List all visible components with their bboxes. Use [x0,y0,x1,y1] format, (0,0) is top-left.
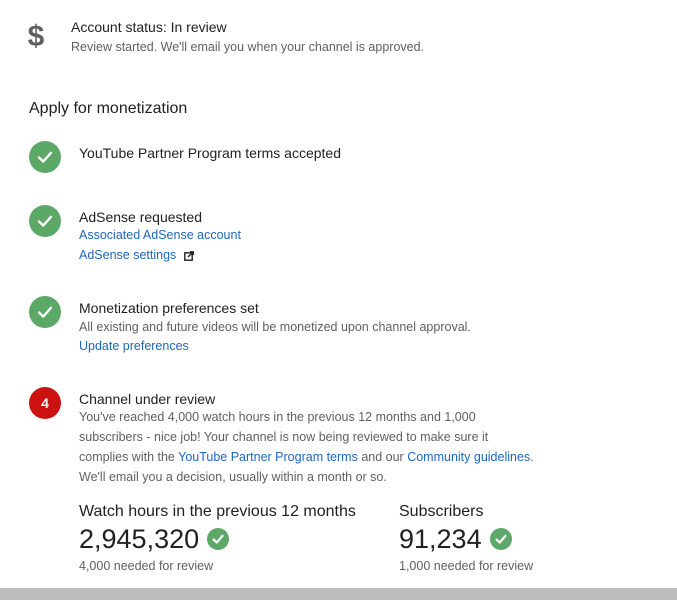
watch-hours-stat: Watch hours in the previous 12 months 2,… [79,503,356,573]
step-description: All existing and future videos will be m… [79,320,471,334]
review-text-middle: and our [357,450,408,464]
review-text-prefix: complies with the [79,450,179,464]
review-description-line1: You've reached 4,000 watch hours in the … [79,410,476,424]
dollar-icon: $ [27,20,45,53]
adsense-settings-label: AdSense settings [79,248,177,262]
adsense-settings-link[interactable]: AdSense settings [79,248,194,262]
step-title: Monetization preferences set [79,300,259,316]
ypp-terms-link[interactable]: YouTube Partner Program terms [178,450,358,464]
checkmark-icon [37,215,53,227]
account-status-subtitle: Review started. We'll email you when you… [71,40,425,54]
review-description-line3: complies with the YouTube Partner Progra… [79,447,534,467]
community-guidelines-link[interactable]: Community guidelines [407,450,530,464]
checkmark-icon [489,528,512,550]
associated-adsense-account-link[interactable]: Associated AdSense account [79,228,241,242]
step-complete-badge [29,205,61,237]
section-title: Apply for monetization [29,100,188,117]
step-number-badge: 4 [29,387,61,419]
external-link-icon [183,250,194,261]
checkmark-icon [207,528,230,550]
account-status-title: Account status: In review [71,19,227,35]
stat-note: 1,000 needed for review [399,559,534,573]
review-description-line4: We'll email you a decision, usually with… [79,470,387,484]
bottom-scrollbar[interactable] [0,588,677,600]
checkmark-icon [37,151,53,163]
stat-label: Subscribers [399,503,484,520]
stat-value: 2,945,320 [79,524,200,554]
subscribers-stat: Subscribers 91,234 1,000 needed for revi… [399,503,533,573]
review-text-suffix: . [530,450,534,464]
account-status: $ Account status: In review Review start… [0,0,677,80]
stat-note: 4,000 needed for review [79,559,214,573]
review-description-line2: subscribers - nice job! Your channel is … [79,430,489,444]
step-title: AdSense requested [79,209,202,225]
step-complete-badge [29,141,61,173]
step-title: Channel under review [79,391,216,407]
update-preferences-link[interactable]: Update preferences [79,339,189,353]
stat-label: Watch hours in the previous 12 months [79,503,356,520]
checkmark-icon [37,306,53,318]
step-complete-badge [29,296,61,328]
step-title: YouTube Partner Program terms accepted [79,145,341,161]
stat-value: 91,234 [399,524,482,554]
